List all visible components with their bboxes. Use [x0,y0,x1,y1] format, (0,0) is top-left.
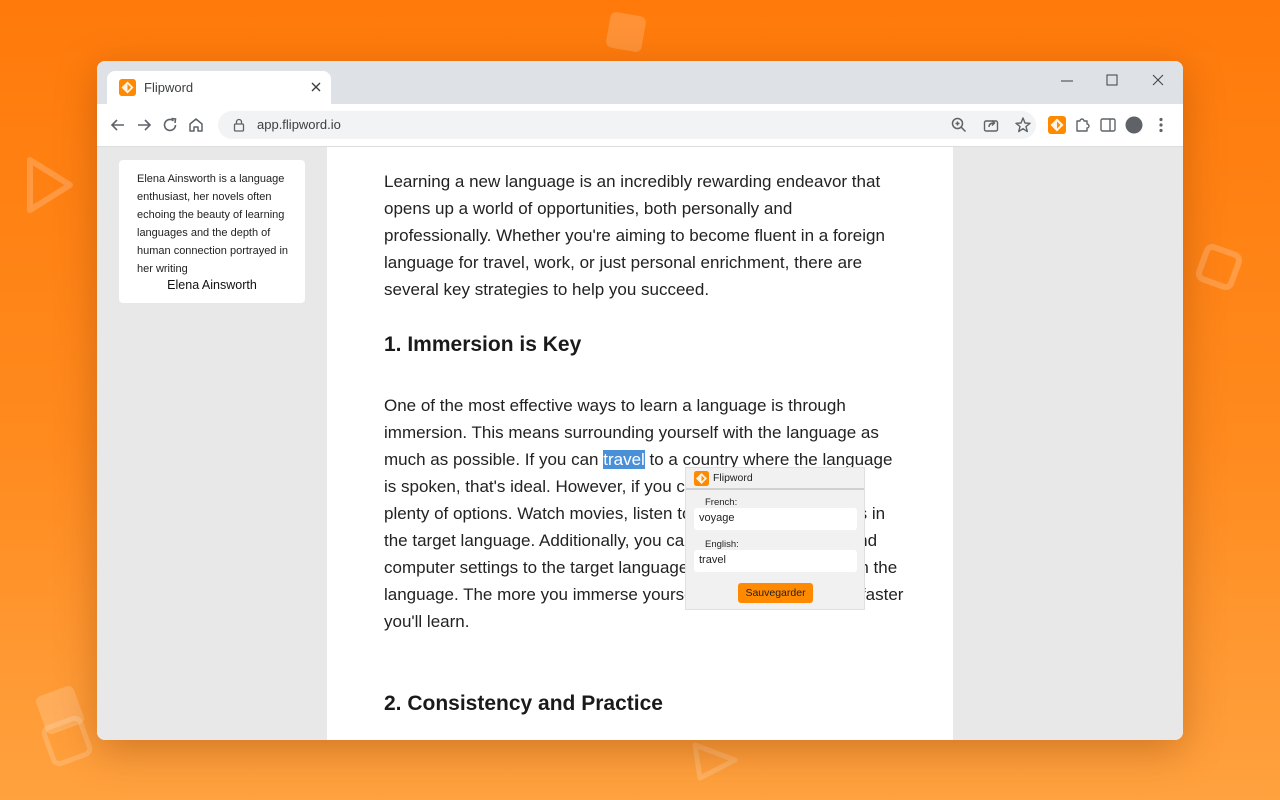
title-bar: Flipword [97,61,1183,104]
article: Learning a new language is an incredibly… [327,147,953,740]
address-bar[interactable]: app.flipword.io [218,111,1036,139]
browser-toolbar: app.flipword.io [97,104,1183,147]
side-panel-icon[interactable] [1098,115,1118,135]
browser-tab[interactable]: Flipword [107,71,331,104]
bookmark-star-icon[interactable] [1013,115,1033,135]
forward-arrow-icon[interactable] [134,115,154,135]
minimize-icon[interactable] [1053,67,1081,95]
tab-title: Flipword [144,80,194,95]
flipword-extension-icon[interactable] [1047,115,1067,135]
extensions-puzzle-icon[interactable] [1072,115,1092,135]
close-tab-icon[interactable] [308,79,324,95]
save-button[interactable]: Sauvegarder [738,583,813,603]
popup-title: Flipword [713,472,753,484]
french-label: French: [705,497,738,508]
flipword-popup: Flipword French: voyage English: travel … [685,467,865,610]
maximize-icon[interactable] [1098,67,1126,95]
profile-avatar-icon[interactable] [1124,115,1144,135]
browser-window: Flipword app.flipword.io Elena Ainsworth… [97,61,1183,740]
share-icon[interactable] [981,115,1001,135]
english-label: English: [705,539,739,550]
home-icon[interactable] [186,115,206,135]
author-card: Elena Ainsworth is a language enthusiast… [119,160,305,303]
flipword-logo-icon [119,79,136,96]
flipword-logo-icon [694,471,709,486]
reload-icon[interactable] [160,115,180,135]
selected-word[interactable]: travel [603,450,645,469]
more-menu-icon[interactable] [1151,115,1171,135]
intro-paragraph: Learning a new language is an incredibly… [384,172,885,299]
french-input[interactable]: voyage [694,508,857,530]
author-bio: Elena Ainsworth is a language enthusiast… [137,173,289,275]
heading-immersion: 1. Immersion is Key [384,333,582,356]
back-arrow-icon[interactable] [108,115,128,135]
lock-icon [233,118,245,132]
author-name: Elena Ainsworth [167,278,257,292]
zoom-icon[interactable] [949,115,969,135]
url-text: app.flipword.io [257,117,341,132]
close-window-icon[interactable] [1144,67,1172,95]
english-input[interactable]: travel [694,550,857,572]
heading-consistency: 2. Consistency and Practice [384,692,663,715]
page-content: Elena Ainsworth is a language enthusiast… [97,147,1183,740]
popup-header: Flipword [686,468,864,490]
